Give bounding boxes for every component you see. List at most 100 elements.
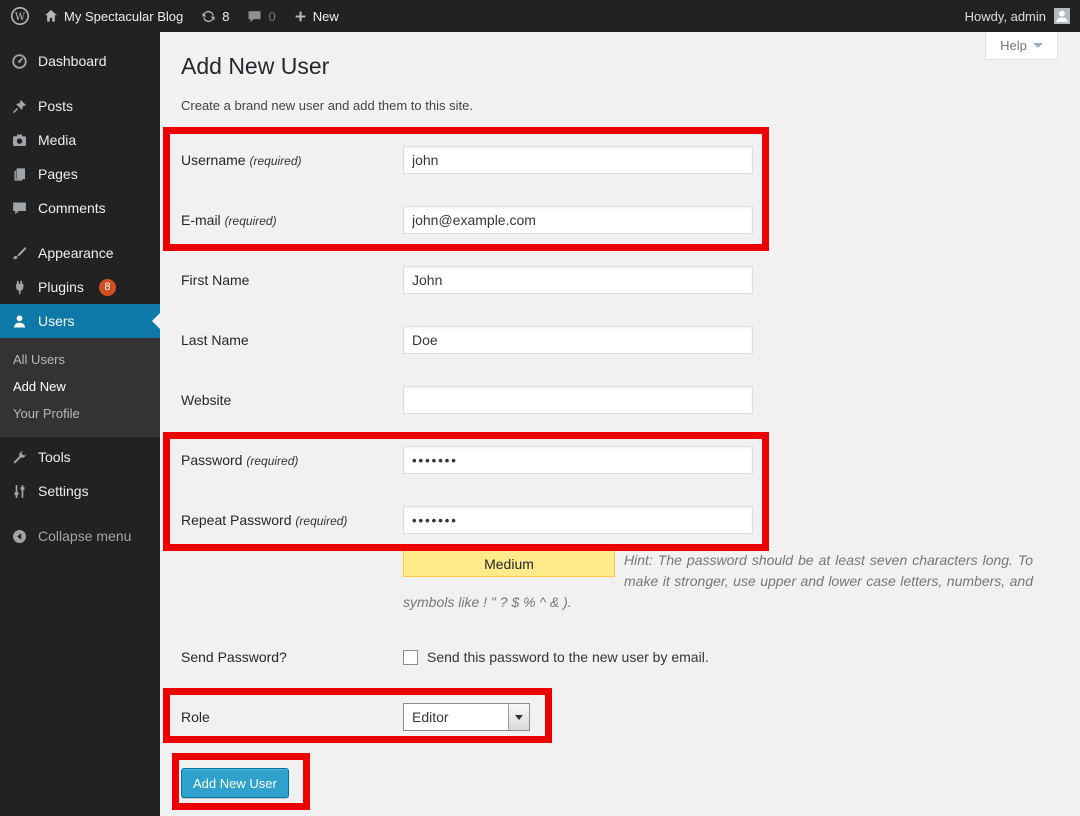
updates-menu[interactable]: 8	[201, 9, 229, 24]
sidebar-item-comments[interactable]: Comments	[0, 191, 160, 225]
last-name-row: Last Name	[181, 310, 1080, 370]
last-name-label: Last Name	[181, 332, 403, 348]
users-submenu: All Users Add New Your Profile	[0, 338, 160, 437]
role-selected-value: Editor	[404, 709, 508, 725]
new-label: New	[313, 9, 339, 24]
send-password-checkbox[interactable]	[403, 650, 418, 665]
user-icon	[9, 313, 29, 330]
admin-top-bar: W My Spectacular Blog 8 0 New	[0, 0, 1080, 32]
comments-menu[interactable]: 0	[247, 9, 275, 24]
submenu-item-all-users[interactable]: All Users	[0, 346, 160, 373]
role-label: Role	[181, 709, 403, 725]
chevron-down-icon	[515, 715, 523, 720]
help-tab-button[interactable]: Help	[985, 32, 1058, 60]
required-note: (required)	[246, 454, 298, 468]
send-password-label: Send Password?	[181, 649, 403, 665]
password-row: Password (required)	[181, 430, 1080, 490]
website-label: Website	[181, 392, 403, 408]
submenu-item-your-profile[interactable]: Your Profile	[0, 400, 160, 427]
repeat-password-input[interactable]	[403, 506, 753, 534]
add-new-user-button[interactable]: Add New User	[181, 768, 289, 798]
sidebar-item-media[interactable]: Media	[0, 123, 160, 157]
sidebar-item-label: Dashboard	[38, 53, 107, 69]
username-row: Username (required)	[181, 130, 1080, 190]
send-password-checkbox-label: Send this password to the new user by em…	[427, 649, 709, 665]
wordpress-logo-icon[interactable]: W	[10, 6, 30, 26]
wrench-icon	[9, 449, 29, 466]
role-select[interactable]: Editor	[403, 703, 530, 731]
sidebar-item-label: Media	[38, 132, 76, 148]
updates-icon	[201, 9, 216, 24]
pages-icon	[9, 166, 29, 183]
required-note: (required)	[225, 214, 277, 228]
avatar[interactable]	[1054, 8, 1070, 24]
password-input[interactable]	[403, 446, 753, 474]
collapse-arrow-icon	[9, 528, 29, 545]
site-menu[interactable]: My Spectacular Blog	[44, 9, 183, 24]
chevron-down-icon	[1033, 43, 1043, 48]
sidebar-item-label: Collapse menu	[38, 528, 131, 544]
sidebar-item-users[interactable]: Users	[0, 304, 160, 338]
svg-text:W: W	[15, 12, 26, 23]
email-label: E-mail (required)	[181, 212, 403, 228]
sidebar-item-tools[interactable]: Tools	[0, 440, 160, 474]
first-name-label: First Name	[181, 272, 403, 288]
required-note: (required)	[295, 514, 347, 528]
last-name-input[interactable]	[403, 326, 753, 354]
website-row: Website	[181, 370, 1080, 430]
plugins-update-badge: 8	[99, 279, 116, 296]
submenu-item-add-new[interactable]: Add New	[0, 373, 160, 400]
sidebar-item-pages[interactable]: Pages	[0, 157, 160, 191]
sidebar-item-collapse-menu[interactable]: Collapse menu	[0, 519, 160, 553]
email-row: E-mail (required)	[181, 190, 1080, 250]
sliders-icon	[9, 483, 29, 500]
add-user-form: Username (required) E-mail (required) Fi…	[181, 130, 1080, 798]
password-strength-section: Medium Hint: The password should be at l…	[403, 550, 1033, 627]
sidebar-item-label: Users	[38, 313, 75, 329]
home-icon	[44, 9, 58, 23]
comment-count: 0	[268, 9, 275, 24]
repeat-password-row: Repeat Password (required)	[181, 490, 1080, 550]
sidebar-item-label: Plugins	[38, 279, 84, 295]
wordpress-admin-screen: W My Spectacular Blog 8 0 New	[0, 0, 1080, 816]
password-label: Password (required)	[181, 452, 403, 468]
page-title: Add New User	[181, 52, 1080, 81]
page-subtitle: Create a brand new user and add them to …	[181, 97, 1080, 114]
first-name-row: First Name	[181, 250, 1080, 310]
repeat-password-label: Repeat Password (required)	[181, 512, 403, 528]
username-input[interactable]	[403, 146, 753, 174]
site-name: My Spectacular Blog	[64, 9, 183, 24]
dashboard-icon	[9, 53, 29, 70]
send-password-option: Send this password to the new user by em…	[403, 649, 709, 665]
paintbrush-icon	[9, 245, 29, 262]
website-input[interactable]	[403, 386, 753, 414]
first-name-input[interactable]	[403, 266, 753, 294]
admin-sidebar: Dashboard Posts Media Pages	[0, 32, 160, 816]
sidebar-item-dashboard[interactable]: Dashboard	[0, 44, 160, 78]
camera-icon	[9, 132, 29, 149]
select-dropdown-button[interactable]	[508, 704, 529, 730]
sidebar-item-label: Pages	[38, 166, 78, 182]
email-input[interactable]	[403, 206, 753, 234]
username-label: Username (required)	[181, 152, 403, 168]
sidebar-item-label: Settings	[38, 483, 89, 499]
role-row: Role Editor	[181, 687, 1080, 747]
sidebar-item-settings[interactable]: Settings	[0, 474, 160, 508]
send-password-row: Send Password? Send this password to the…	[181, 627, 1080, 687]
sidebar-item-label: Appearance	[38, 245, 114, 261]
plug-icon	[9, 279, 29, 296]
password-strength-meter: Medium	[403, 550, 615, 577]
help-label: Help	[1000, 38, 1027, 53]
update-count: 8	[222, 9, 229, 24]
plus-icon	[294, 10, 307, 23]
sidebar-item-posts[interactable]: Posts	[0, 89, 160, 123]
sidebar-item-label: Tools	[38, 449, 71, 465]
new-content-menu[interactable]: New	[294, 9, 339, 24]
sidebar-item-appearance[interactable]: Appearance	[0, 236, 160, 270]
comment-bubble-icon	[247, 9, 262, 24]
howdy-text[interactable]: Howdy, admin	[965, 9, 1046, 24]
main-content: Add New User Create a brand new user and…	[160, 32, 1080, 816]
sidebar-item-label: Posts	[38, 98, 73, 114]
sidebar-item-label: Comments	[38, 200, 106, 216]
sidebar-item-plugins[interactable]: Plugins 8	[0, 270, 160, 304]
